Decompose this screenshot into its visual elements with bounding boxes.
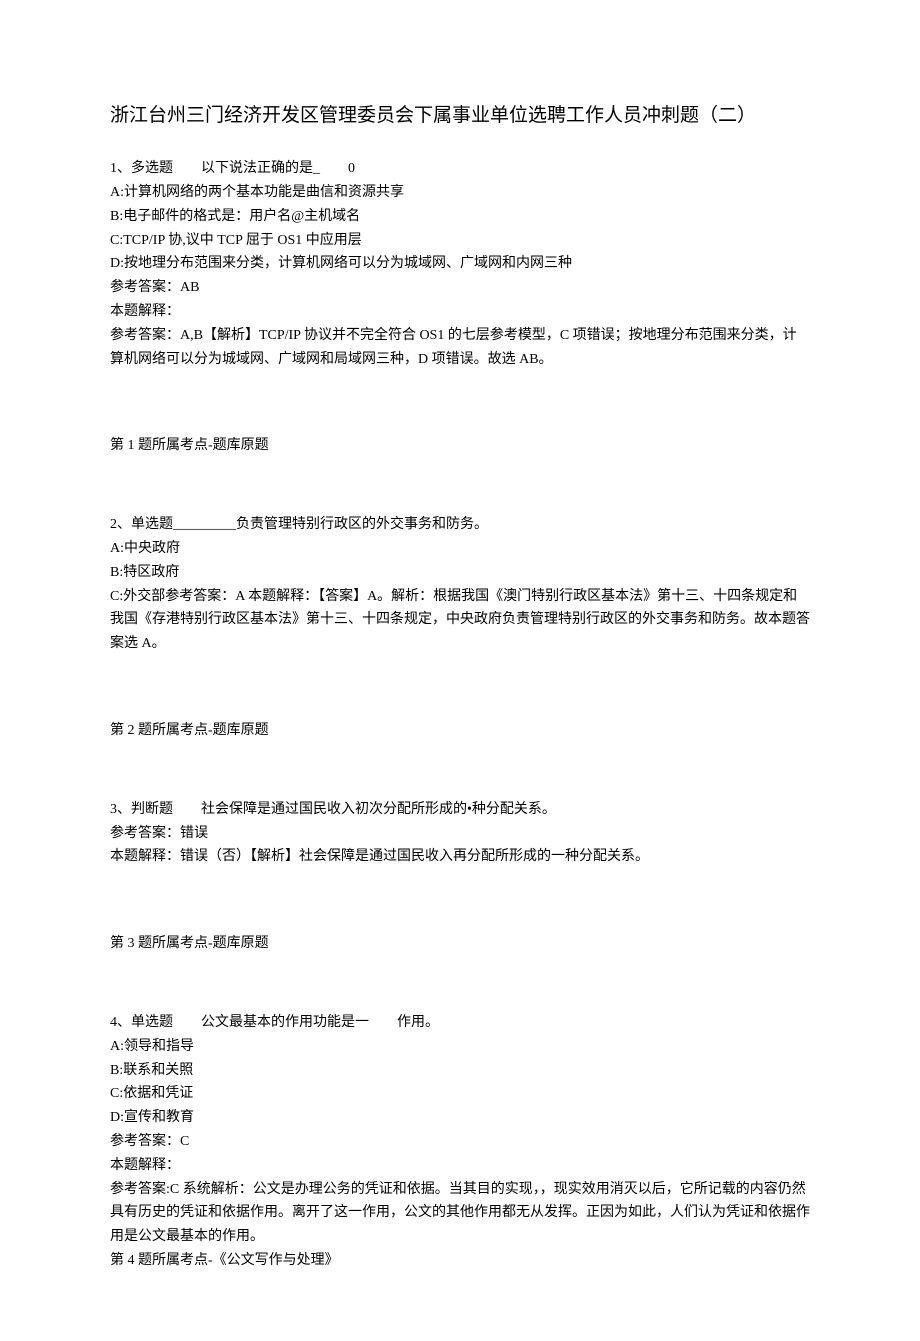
q1-explanation: 参考答案：A,B【解析】TCP/IP 协议并不完全符合 OS1 的七层参考模型，… xyxy=(110,324,810,372)
q1-option-c: C:TCP/IP 协,议中 TCP 屈于 OS1 中应用层 xyxy=(110,229,810,253)
q1-explanation-label: 本题解释： xyxy=(110,300,810,324)
q4-prompt: 4、单选题 公文最基本的作用功能是一 作用。 xyxy=(110,1011,810,1035)
q4-explanation-label: 本题解释： xyxy=(110,1154,810,1178)
q4-reference-answer: 参考答案：C xyxy=(110,1130,810,1154)
q4-option-c: C:依据和凭证 xyxy=(110,1082,810,1106)
q1-topic: 第 1 题所属考点-题库原题 xyxy=(110,434,810,458)
q1-option-d: D:按地理分布范围来分类，计算机网络可以分为城域网、广域网和内网三种 xyxy=(110,252,810,276)
q3-prompt: 3、判断题 社会保障是通过国民收入初次分配所形成的•种分配关系。 xyxy=(110,798,810,822)
question-3: 3、判断题 社会保障是通过国民收入初次分配所形成的•种分配关系。 参考答案：错误… xyxy=(110,798,810,869)
q2-option-a: A:中央政府 xyxy=(110,537,810,561)
q1-prompt: 1、多选题 以下说法正确的是_ 0 xyxy=(110,157,810,181)
q1-option-a: A:计算机网络的两个基本功能是曲信和资源共享 xyxy=(110,181,810,205)
q3-reference-answer: 参考答案：错误 xyxy=(110,822,810,846)
question-4: 4、单选题 公文最基本的作用功能是一 作用。 A:领导和指导 B:联系和关照 C… xyxy=(110,1011,810,1273)
page-title: 浙江台州三门经济开发区管理委员会下属事业单位选聘工作人员冲刺题（二） xyxy=(110,100,810,132)
q2-topic: 第 2 题所属考点-题库原题 xyxy=(110,719,810,743)
q3-topic: 第 3 题所属考点-题库原题 xyxy=(110,932,810,956)
q2-option-c: C:外交部参考答案：A 本题解释：【答案】A。解析：根据我国《澳门特别行政区基本… xyxy=(110,585,810,656)
q3-explanation: 本题解释：错误（否）【解析】社会保障是通过国民收入再分配所形成的一种分配关系。 xyxy=(110,845,810,869)
q4-option-b: B:联系和关照 xyxy=(110,1059,810,1083)
question-1: 1、多选题 以下说法正确的是_ 0 A:计算机网络的两个基本功能是曲信和资源共享… xyxy=(110,157,810,371)
q2-prompt: 2、单选题_________负责管理特别行政区的外交事务和防务。 xyxy=(110,513,810,537)
q1-option-b: B:电子邮件的格式是：用户名@主机域名 xyxy=(110,205,810,229)
q4-explanation: 参考答案:C 系统解析：公文是办理公务的凭证和依据。当其目的实现，，现实效用消灭… xyxy=(110,1178,810,1249)
question-2: 2、单选题_________负责管理特别行政区的外交事务和防务。 A:中央政府 … xyxy=(110,513,810,656)
q4-option-d: D:宣传和教育 xyxy=(110,1106,810,1130)
q2-option-b: B:特区政府 xyxy=(110,561,810,585)
q1-reference-answer: 参考答案：AB xyxy=(110,276,810,300)
q4-option-a: A:领导和指导 xyxy=(110,1035,810,1059)
q4-topic: 第 4 题所属考点-《公文写作与处理》 xyxy=(110,1249,810,1273)
